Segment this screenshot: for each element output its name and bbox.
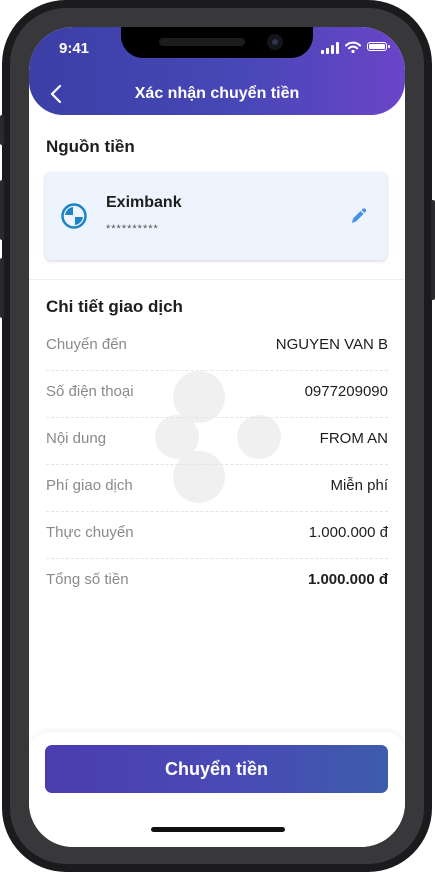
detail-label: Phí giao dịch	[46, 477, 133, 494]
detail-row-recipient: Chuyển đến NGUYEN VAN B	[46, 324, 388, 371]
detail-label: Tổng số tiền	[46, 571, 129, 588]
wifi-icon	[345, 41, 361, 53]
page-title: Xác nhận chuyển tiền	[134, 85, 300, 102]
notch	[121, 27, 313, 58]
detail-value: Miễn phí	[330, 477, 388, 494]
detail-label: Thực chuyển	[46, 524, 134, 541]
eximbank-logo-icon	[61, 203, 87, 229]
detail-row-fee: Phí giao dịch Miễn phí	[46, 465, 388, 512]
detail-value: 0977209090	[304, 383, 388, 400]
speaker-grille	[159, 38, 245, 46]
detail-label: Nội dung	[46, 430, 107, 447]
bottom-action-bar: Chuyển tiền	[29, 732, 405, 847]
home-indicator	[151, 827, 285, 832]
detail-value-total: 1.000.000 đ	[307, 571, 388, 588]
app-header: 9:41 Xác nhận chuyển tiền	[29, 27, 405, 115]
source-card[interactable]: Eximbank **********	[45, 172, 387, 260]
power-button	[431, 200, 435, 300]
volume-up-button	[0, 180, 4, 240]
volume-down-button	[0, 258, 4, 318]
detail-label: Chuyển đến	[46, 336, 127, 353]
detail-row-total: Tổng số tiền 1.000.000 đ	[46, 559, 388, 606]
detail-value: NGUYEN VAN B	[275, 336, 388, 353]
detail-row-actual-amount: Thực chuyển 1.000.000 đ	[46, 512, 388, 559]
battery-icon	[367, 42, 390, 51]
source-section-title: Nguồn tiền	[46, 137, 135, 156]
detail-value: 1.000.000 đ	[308, 524, 388, 541]
section-divider	[29, 279, 405, 280]
edit-pencil-icon[interactable]	[349, 206, 369, 226]
transfer-button[interactable]: Chuyển tiền	[45, 745, 388, 793]
front-camera	[267, 34, 283, 50]
screen: 9:41 Xác nhận chuyển tiền Nguồn tiền Exi…	[29, 27, 405, 847]
details-section-title: Chi tiết giao dịch	[46, 297, 183, 316]
detail-value: FROM AN	[319, 430, 388, 447]
account-number-masked: **********	[106, 223, 159, 235]
status-icons	[321, 41, 390, 54]
mute-switch	[0, 115, 4, 145]
detail-row-phone: Số điện thoại 0977209090	[46, 371, 388, 418]
detail-row-content: Nội dung FROM AN	[46, 418, 388, 465]
status-time: 9:41	[59, 40, 90, 57]
detail-label: Số điện thoại	[46, 383, 134, 400]
bank-name: Eximbank	[106, 194, 182, 211]
